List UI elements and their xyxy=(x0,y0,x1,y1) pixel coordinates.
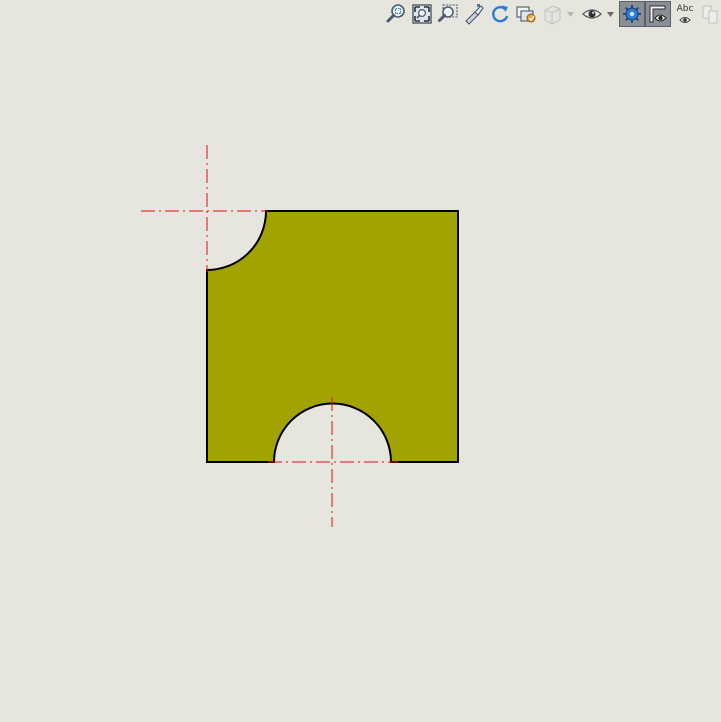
previous-view-icon xyxy=(465,4,484,25)
hide-show-items-button[interactable] xyxy=(580,2,604,26)
apply-scene-button[interactable] xyxy=(698,2,721,26)
hide-show-items-icon xyxy=(582,9,602,19)
hide-show-dropdown-icon[interactable] xyxy=(607,12,614,17)
zoom-area-icon xyxy=(438,4,458,22)
view-settings-icon xyxy=(649,5,667,23)
annotation-visibility-icon xyxy=(679,17,691,23)
apply-scene-icon xyxy=(702,5,718,24)
previous-view-button[interactable] xyxy=(462,2,486,26)
view-orientation-dropdown-icon[interactable] xyxy=(567,12,574,17)
sketch-canvas[interactable] xyxy=(0,0,721,722)
zoom-fit-icon xyxy=(412,4,432,24)
zoom-selection-button[interactable] xyxy=(384,2,408,26)
display-style-button[interactable] xyxy=(619,1,645,27)
section-view-button[interactable] xyxy=(514,2,538,26)
rotate-view-button[interactable] xyxy=(488,2,512,26)
zoom-area-button[interactable] xyxy=(436,2,460,26)
annotation-visibility-button[interactable]: Abc xyxy=(673,2,697,26)
zoom-fit-button[interactable] xyxy=(410,2,434,26)
section-view-icon xyxy=(516,6,536,23)
graphics-viewport[interactable]: Abc xyxy=(0,0,721,722)
rotate-view-icon xyxy=(492,5,509,23)
view-settings-button[interactable] xyxy=(645,1,671,27)
zoom-selection-icon xyxy=(386,4,405,23)
display-style-icon xyxy=(623,5,641,23)
view-orientation-button[interactable] xyxy=(540,2,564,26)
heads-up-view-toolbar: Abc xyxy=(382,0,721,28)
view-orientation-icon xyxy=(544,5,561,25)
